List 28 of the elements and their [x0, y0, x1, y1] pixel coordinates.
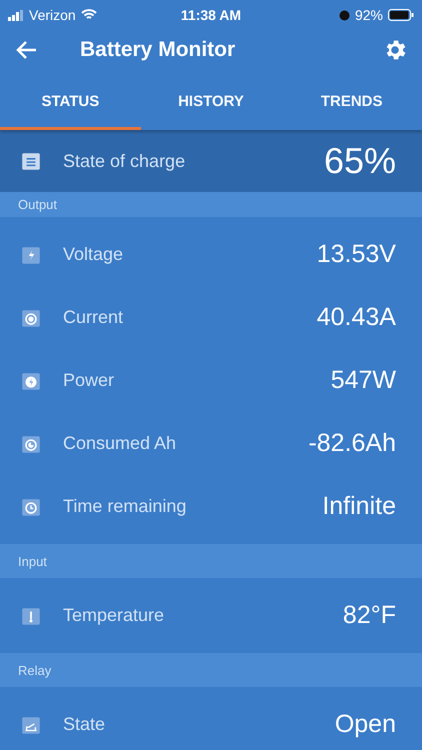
- row-label: Power: [63, 370, 116, 391]
- row-value: Open: [334, 710, 396, 739]
- row-value: 40.43A: [316, 303, 396, 332]
- battery-percent: 92%: [354, 7, 383, 23]
- row-value: 65%: [324, 140, 396, 182]
- row-label: Voltage: [63, 244, 124, 265]
- carrier-name: Verizon: [29, 7, 76, 23]
- row-value: -82.6Ah: [308, 429, 396, 458]
- row-value: Infinite: [322, 492, 396, 521]
- tab[interactable]: HISTORY: [140, 70, 282, 130]
- status-time: 11:38 AM: [180, 7, 242, 23]
- row-label: State of charge: [63, 150, 186, 172]
- row-label: Current: [63, 307, 124, 328]
- section-header: Relay: [0, 653, 422, 687]
- section-header: Output: [0, 192, 422, 217]
- row-label: Time remaining: [63, 496, 188, 517]
- row-value: 13.53V: [316, 240, 396, 269]
- row-value: 547W: [330, 366, 396, 395]
- section-header: Input: [0, 544, 422, 578]
- row-label: Consumed Ah: [63, 433, 178, 454]
- battery-icon: [388, 9, 414, 21]
- signal-icon: [8, 10, 24, 20]
- tab[interactable]: TRENDS: [281, 70, 422, 130]
- wifi-icon: [80, 9, 97, 21]
- row-label: State: [63, 714, 106, 735]
- row-label: Temperature: [63, 605, 166, 626]
- row-value: 82°F: [342, 601, 396, 630]
- app-title: Battery Monitor: [80, 38, 236, 62]
